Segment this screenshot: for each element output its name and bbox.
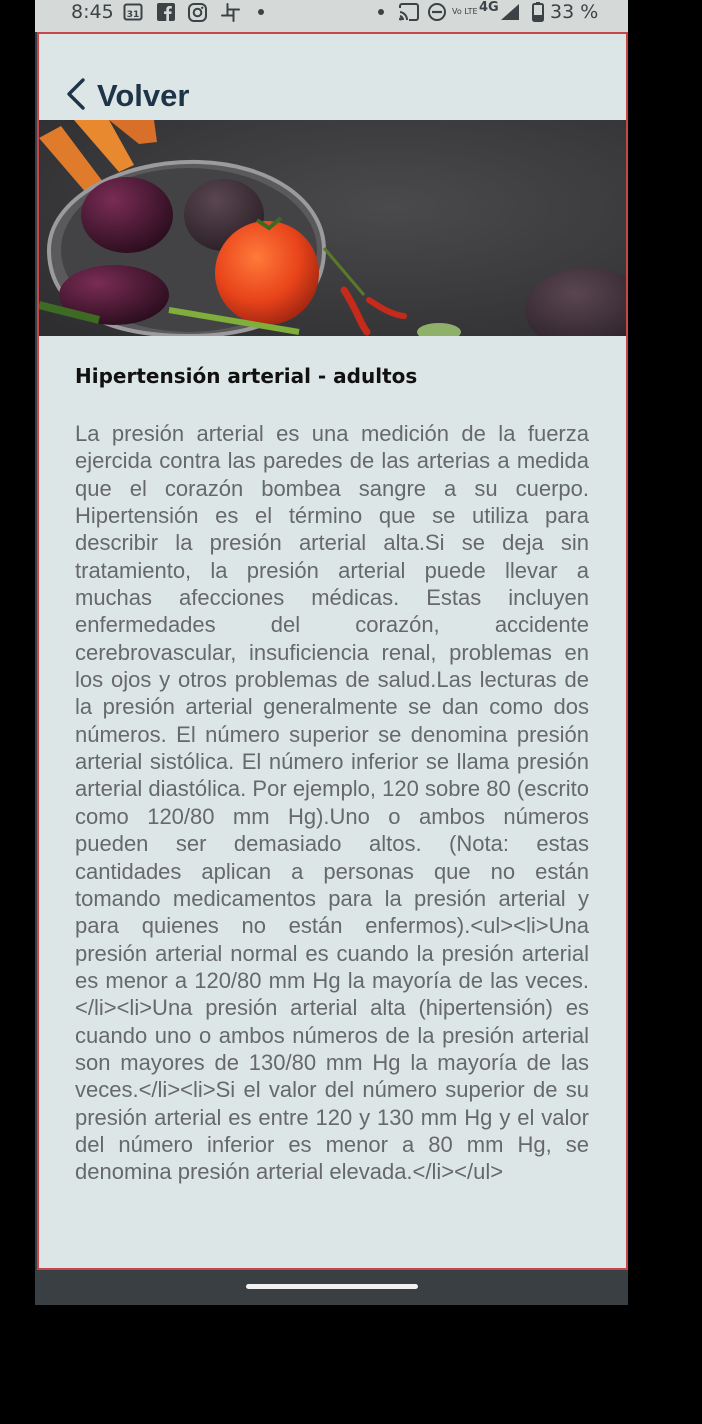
battery-icon [532,0,544,24]
navigation-bar [35,1270,628,1305]
facebook-icon [157,0,175,24]
back-button-label: Volver [97,78,190,113]
dot-icon [377,0,385,24]
article-body: La presión arterial es una medición de l… [75,421,589,1185]
app-frame: Volver Hipertensión arterial - adultos L… [37,32,628,1270]
network-label: 4G [479,0,499,15]
battery-percent: 33 % [550,1,599,23]
home-gesture-bar[interactable] [246,1284,418,1289]
calendar-day: 31 [127,10,140,20]
volte-icon: Vo LTE [452,7,478,16]
status-time: 8:45 [71,1,114,23]
instagram-icon [188,0,207,24]
cast-icon [398,0,420,24]
top-bar: Volver [39,34,626,120]
dot-icon [257,0,265,24]
dnd-icon [427,0,447,24]
back-button[interactable]: Volver [65,76,189,116]
chevron-left-icon [65,77,87,115]
hero-image [39,120,626,336]
signal-icon [500,0,520,24]
article-content: Hipertensión arterial - adultos La presi… [75,364,589,1186]
article-title: Hipertensión arterial - adultos [75,364,418,388]
calendar-icon: 31 [123,0,143,24]
phone-screen: 8:45 31 Vo LTE 4G 33 % Volver Hipertensi… [35,0,628,1305]
slack-icon [220,0,241,24]
status-bar: 8:45 31 Vo LTE 4G 33 % [35,0,628,32]
